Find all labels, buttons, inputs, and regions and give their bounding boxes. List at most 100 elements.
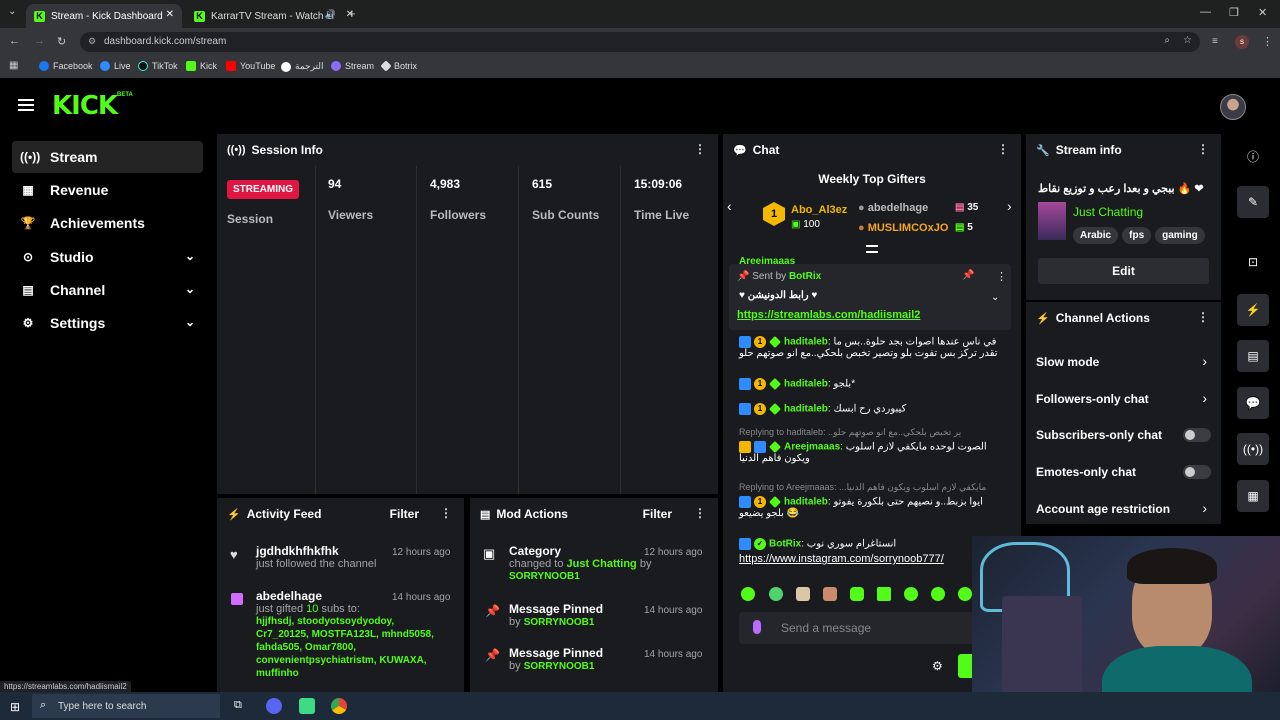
gift-recipients[interactable]: hjjfhsdj, stoodyotsoydyodoy, Cr7_20125, … bbox=[256, 616, 434, 679]
broadcast-icon[interactable]: ((•)) bbox=[1237, 433, 1269, 465]
menu-icon[interactable] bbox=[18, 99, 34, 111]
chevron-down-icon[interactable]: ⌄ bbox=[991, 292, 999, 303]
tag-chip[interactable]: Arabic bbox=[1073, 227, 1119, 244]
forward-icon[interactable]: → bbox=[34, 35, 45, 47]
speaker-icon[interactable]: 🔊 bbox=[325, 9, 336, 20]
stream-category[interactable]: Just Chatting bbox=[1073, 205, 1143, 219]
bookmark-translate[interactable]: الترجمة bbox=[281, 61, 324, 72]
emote-icon[interactable] bbox=[931, 587, 945, 601]
filter-button[interactable]: Filter bbox=[643, 507, 672, 521]
bookmark-live[interactable]: Live bbox=[100, 61, 131, 71]
restore-icon[interactable]: ❐ bbox=[1229, 6, 1239, 19]
sidebar-item-settings[interactable]: ⚙ Settings ⌄ bbox=[12, 307, 203, 339]
new-tab-icon[interactable]: + bbox=[348, 6, 356, 21]
more-options-icon[interactable]: ⋮ bbox=[694, 143, 706, 155]
emote-icon[interactable] bbox=[850, 587, 864, 601]
user-avatar[interactable] bbox=[1220, 94, 1246, 120]
taskbar-search[interactable]: ⌕ Type here to search bbox=[32, 694, 220, 718]
chat-message: 1 haditaleb: كيبوردي رح ابسك bbox=[739, 403, 906, 415]
minimize-icon[interactable]: — bbox=[1200, 6, 1211, 18]
panel-header: ▤ Mod Actions Filter ⋮ bbox=[480, 506, 706, 521]
info-icon[interactable]: ⓘ bbox=[1237, 140, 1269, 172]
task-view-icon[interactable]: ⧉ bbox=[234, 699, 242, 712]
address-bar[interactable]: ⚙ dashboard.kick.com/stream ⌕ ☆ bbox=[80, 32, 1200, 52]
browser-menu-icon[interactable]: ⋮ bbox=[1262, 35, 1273, 48]
sidebar-item-revenue[interactable]: ▦ Revenue bbox=[12, 174, 203, 206]
tab-karrartv-stream[interactable]: K KarrarTV Stream - Watch Li 🔊 ✕ bbox=[186, 4, 362, 28]
apps-grid-icon[interactable]: ▦ bbox=[9, 60, 18, 71]
bookmark-kick[interactable]: Kick bbox=[186, 61, 217, 71]
chat-settings-icon[interactable]: ⚙ bbox=[932, 659, 943, 673]
more-options-icon[interactable]: ⋮ bbox=[997, 143, 1009, 155]
sidebar-item-studio[interactable]: ⊙ Studio ⌄ bbox=[12, 241, 203, 273]
rank-badge: 1 bbox=[763, 202, 785, 226]
more-options-icon[interactable]: ⋮ bbox=[694, 507, 706, 519]
app-icon[interactable] bbox=[299, 698, 315, 714]
close-icon[interactable]: ✕ bbox=[166, 9, 174, 20]
pinned-link[interactable]: https://streamlabs.com/hadiismail2 bbox=[737, 309, 920, 321]
filter-button[interactable]: Filter bbox=[390, 507, 419, 521]
emote-icon[interactable] bbox=[796, 587, 810, 601]
media-icon[interactable]: ≡ bbox=[1212, 36, 1218, 47]
pencil-icon[interactable]: ✎ bbox=[1237, 186, 1269, 218]
zoom-icon[interactable]: ⌕ bbox=[1164, 35, 1170, 46]
layout-icon[interactable]: ▦ bbox=[1237, 480, 1269, 512]
bookmark-botrix[interactable]: Botrix bbox=[380, 60, 417, 72]
lightning-icon[interactable]: ⚡ bbox=[1237, 294, 1269, 326]
more-options-icon[interactable]: ⋮ bbox=[996, 270, 1007, 283]
followers-label: Followers bbox=[430, 208, 487, 222]
microphone-icon[interactable] bbox=[753, 620, 761, 634]
bookmark-facebook[interactable]: Facebook bbox=[39, 61, 93, 71]
site-info-icon[interactable]: ⚙ bbox=[88, 36, 96, 47]
chat-input[interactable]: Send a message bbox=[739, 612, 989, 644]
tag-chip[interactable]: fps bbox=[1122, 227, 1152, 244]
bookmark-stream[interactable]: Stream bbox=[331, 61, 374, 71]
reload-icon[interactable]: ↻ bbox=[57, 35, 66, 48]
chevron-right-icon[interactable]: › bbox=[1202, 390, 1207, 406]
pin-icon[interactable]: 📌 bbox=[962, 270, 974, 281]
windows-start-icon[interactable]: ⊞ bbox=[10, 700, 20, 714]
back-icon[interactable]: ← bbox=[9, 35, 20, 47]
kick-logo[interactable]: KICK bbox=[52, 91, 118, 121]
emote-icon[interactable] bbox=[741, 587, 755, 601]
emote-icon[interactable] bbox=[904, 587, 918, 601]
tab-kick-dashboard[interactable]: K Stream - Kick Dashboard ✕ bbox=[26, 4, 182, 28]
subscribers-only-toggle[interactable] bbox=[1183, 428, 1211, 442]
more-options-icon[interactable]: ⋮ bbox=[440, 507, 452, 519]
gifter-name[interactable]: ● abedelhage bbox=[858, 202, 928, 214]
chrome-icon[interactable] bbox=[331, 698, 347, 714]
edit-button[interactable]: Edit bbox=[1038, 258, 1209, 284]
activity-user[interactable]: jgdhdkhfhkfhk bbox=[256, 544, 339, 558]
window-close-icon[interactable]: ✕ bbox=[1258, 6, 1267, 19]
emotes-only-toggle[interactable] bbox=[1183, 465, 1211, 479]
emote-icon[interactable] bbox=[877, 587, 891, 601]
expand-icon[interactable] bbox=[866, 245, 878, 253]
sidebar-item-channel[interactable]: ▤ Channel ⌄ bbox=[12, 274, 203, 306]
chevron-right-icon[interactable]: › bbox=[1202, 353, 1207, 369]
capture-icon[interactable]: ⊡ bbox=[1237, 246, 1269, 278]
category-icon: ▣ bbox=[483, 546, 496, 561]
chevron-right-icon[interactable]: › bbox=[1007, 198, 1012, 214]
chat-link[interactable]: https://www.instagram.com/sorrynoob777/ bbox=[739, 553, 944, 565]
emote-icon[interactable] bbox=[958, 587, 972, 601]
top-gifter-name[interactable]: Abo_Al3ez bbox=[791, 204, 847, 216]
activity-user[interactable]: abedelhage bbox=[256, 589, 322, 603]
emote-icon[interactable] bbox=[823, 587, 837, 601]
profile-icon[interactable]: s bbox=[1235, 35, 1249, 49]
gifter-name[interactable]: ● MUSLIMCOxJO bbox=[858, 222, 948, 234]
bookmark-youtube[interactable]: YouTube bbox=[226, 61, 275, 71]
more-options-icon[interactable]: ⋮ bbox=[1197, 143, 1209, 155]
tag-chip[interactable]: gaming bbox=[1155, 227, 1205, 244]
chevron-left-icon[interactable]: ‹ bbox=[727, 198, 732, 214]
bookmark-star-icon[interactable]: ☆ bbox=[1183, 35, 1192, 46]
document-icon[interactable]: ▤ bbox=[1237, 340, 1269, 372]
sidebar-item-achievements[interactable]: 🏆 Achievements bbox=[12, 207, 203, 239]
chevron-right-icon[interactable]: › bbox=[1202, 500, 1207, 516]
tab-search-icon[interactable]: ⌄ bbox=[8, 6, 16, 17]
chat-bubble-icon[interactable]: 💬 bbox=[1237, 387, 1269, 419]
discord-icon[interactable] bbox=[266, 698, 282, 714]
more-options-icon[interactable]: ⋮ bbox=[1197, 311, 1209, 323]
sidebar-item-stream[interactable]: ((•)) Stream bbox=[12, 141, 203, 173]
emote-icon[interactable] bbox=[769, 587, 783, 601]
bookmark-tiktok[interactable]: TikTok bbox=[138, 61, 178, 71]
